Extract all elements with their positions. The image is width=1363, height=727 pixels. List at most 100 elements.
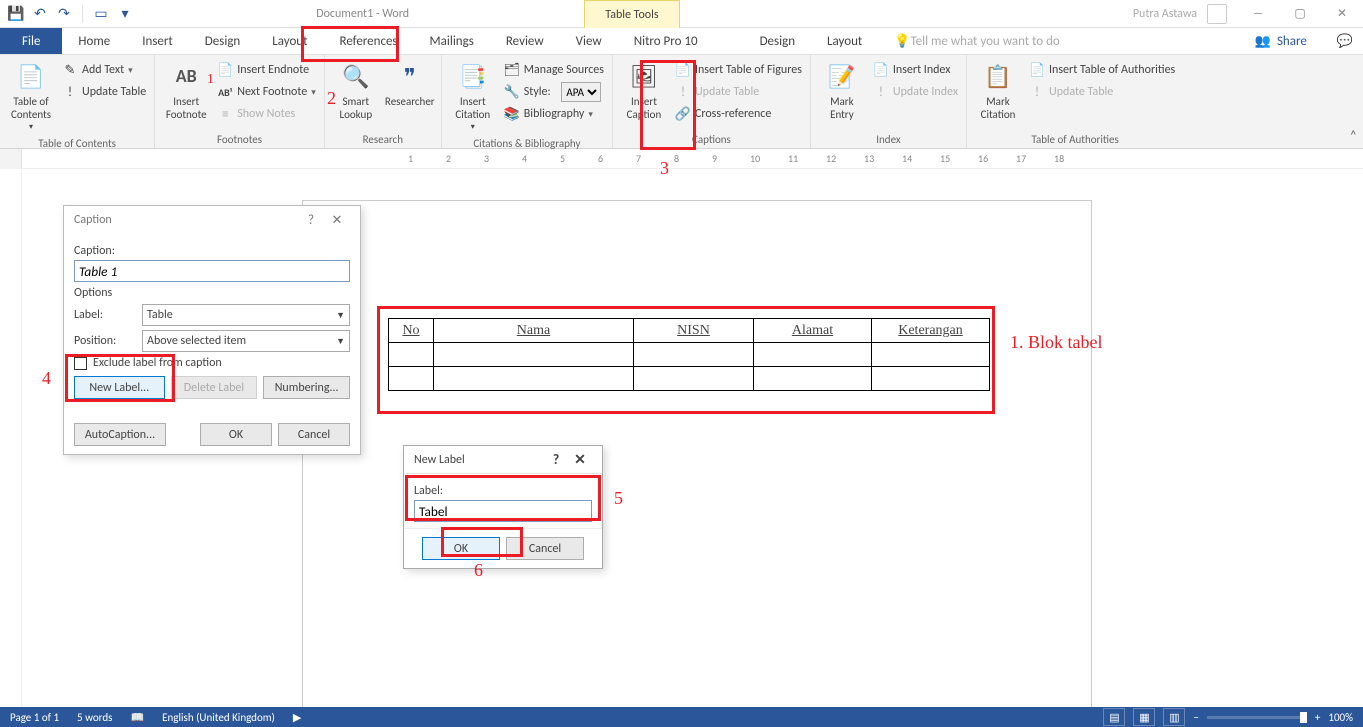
checkbox-icon (74, 357, 87, 370)
close-icon[interactable]: ✕ (568, 451, 592, 468)
collapse-ribbon-icon[interactable]: ˄ (1349, 127, 1357, 144)
document-table[interactable]: No Nama NISN Alamat Keterangan (388, 318, 990, 391)
close-icon[interactable]: ✕ (324, 213, 350, 228)
add-text-button[interactable]: ✎Add Text (60, 59, 148, 81)
insert-endnote-button[interactable]: 📄Insert Endnote (215, 59, 318, 81)
tab-view[interactable]: View (560, 28, 618, 54)
nl-ok-button[interactable]: OK (422, 537, 500, 560)
footnote-icon: AB (170, 61, 202, 93)
group-label-toa: Table of Authorities (973, 131, 1177, 148)
nl-cancel-button[interactable]: Cancel (506, 537, 584, 560)
new-label-button[interactable]: New Label... (74, 376, 165, 399)
th-no[interactable]: No (389, 319, 434, 343)
tab-insert[interactable]: Insert (126, 28, 189, 54)
insert-toa-button[interactable]: 📄Insert Table of Authorities (1027, 59, 1177, 81)
help-button[interactable]: ? (298, 213, 324, 228)
annotation-1: 1. Blok tabel (1010, 332, 1103, 353)
minimize-button[interactable]: ― (1237, 0, 1279, 28)
qat-more-icon[interactable]: ▾ (115, 4, 135, 24)
help-button[interactable]: ? (544, 451, 568, 468)
citation-style[interactable]: 🔧Style: APA (502, 81, 606, 103)
insert-index-button[interactable]: 📄Insert Index (871, 59, 960, 81)
ok-button[interactable]: OK (200, 423, 272, 446)
zoom-slider[interactable] (1207, 716, 1307, 719)
comments-button[interactable]: 💬 (1327, 28, 1363, 54)
view-web-icon[interactable]: ▥ (1163, 708, 1185, 726)
position-label: Position: (74, 334, 134, 348)
maximize-button[interactable]: ▢ (1279, 0, 1321, 28)
th-alamat[interactable]: Alamat (754, 319, 872, 343)
horizontal-ruler[interactable]: 123456789101112131415161718 (0, 149, 1363, 169)
next-footnote-button[interactable]: AB¹Next Footnote (215, 81, 318, 103)
position-select[interactable]: Above selected item▼ (142, 330, 350, 352)
status-macro-icon[interactable]: ▶ (293, 711, 301, 724)
table-row[interactable] (389, 343, 990, 367)
table-row[interactable] (389, 367, 990, 391)
tab-layout[interactable]: Layout (256, 28, 323, 54)
view-read-icon[interactable]: ▤ (1103, 708, 1125, 726)
tab-nitro[interactable]: Nitro Pro 10 (618, 28, 714, 54)
view-print-icon[interactable]: ▦ (1133, 708, 1155, 726)
tab-references[interactable]: References (324, 28, 414, 54)
status-proofing-icon[interactable]: 📖 (130, 711, 144, 724)
smart-lookup-button[interactable]: 🔍 Smart Lookup (331, 59, 381, 123)
th-nama[interactable]: Nama (434, 319, 634, 343)
autocaption-button[interactable]: AutoCaption... (74, 423, 166, 446)
status-language[interactable]: English (United Kingdom) (162, 711, 275, 724)
caption-input[interactable] (74, 260, 350, 282)
toa-icon: 📄 (1029, 62, 1045, 78)
caption-dialog-title: Caption (74, 213, 298, 227)
tab-table-layout[interactable]: Layout (811, 28, 878, 54)
save-icon[interactable]: 💾 (6, 4, 26, 24)
label-select[interactable]: Table▼ (142, 304, 350, 326)
touch-mode-icon[interactable]: ▭ (91, 4, 111, 24)
group-label-captions: Captions (619, 131, 804, 148)
update-toc-button[interactable]: !Update Table (60, 81, 148, 103)
zoom-level[interactable]: 100% (1328, 711, 1353, 724)
annotation-6: 6 (474, 560, 483, 581)
table-header-row[interactable]: No Nama NISN Alamat Keterangan (389, 319, 990, 343)
tab-design[interactable]: Design (189, 28, 256, 54)
close-button[interactable]: ✕ (1321, 0, 1363, 28)
user-avatar-icon[interactable] (1207, 4, 1227, 24)
status-words[interactable]: 5 words (77, 711, 112, 724)
status-page[interactable]: Page 1 of 1 (10, 711, 59, 724)
tab-home[interactable]: Home (62, 28, 126, 54)
mark-citation-button[interactable]: 📋 Mark Citation (973, 59, 1023, 123)
mark-entry-icon: 📝 (826, 61, 858, 93)
insert-citation-button[interactable]: 📑 Insert Citation▾ (448, 59, 498, 135)
toc-button[interactable]: 📄 Table of Contents▾ (6, 59, 56, 135)
tab-review[interactable]: Review (490, 28, 560, 54)
next-footnote-icon: AB¹ (217, 84, 233, 100)
redo-icon[interactable]: ↷ (54, 4, 74, 24)
annotation-ab1: 1 (207, 72, 214, 88)
zoom-in-button[interactable]: + (1315, 711, 1320, 724)
tell-me[interactable]: 💡 Tell me what you want to do (878, 28, 1076, 54)
researcher-button[interactable]: ❞ Researcher (385, 59, 435, 110)
share-button[interactable]: 👥Share (1235, 28, 1327, 54)
new-label-titlebar[interactable]: New Label ? ✕ (404, 446, 602, 474)
insert-caption-button[interactable]: 🖼 Insert Caption (619, 59, 669, 123)
th-nisn[interactable]: NISN (634, 319, 754, 343)
tab-mailings[interactable]: Mailings (414, 28, 490, 54)
user-name[interactable]: Putra Astawa (1133, 7, 1197, 21)
undo-icon[interactable]: ↶ (30, 4, 50, 24)
bibliography-button[interactable]: 📚Bibliography (502, 103, 606, 125)
exclude-checkbox[interactable]: Exclude label from caption (74, 356, 350, 370)
insert-footnote-button[interactable]: AB Insert Footnote (161, 59, 211, 123)
new-label-input[interactable] (414, 500, 592, 522)
manage-sources-button[interactable]: 🗂Manage Sources (502, 59, 606, 81)
numbering-button[interactable]: Numbering... (263, 376, 350, 399)
cancel-button[interactable]: Cancel (278, 423, 350, 446)
quick-access-toolbar: 💾 ↶ ↷ ▭ ▾ (0, 4, 141, 24)
zoom-out-button[interactable]: − (1193, 711, 1198, 724)
tab-file[interactable]: File (0, 28, 62, 54)
caption-dialog-titlebar[interactable]: Caption ? ✕ (64, 206, 360, 234)
tab-table-design[interactable]: Design (744, 28, 811, 54)
insert-tof-button[interactable]: 📄Insert Table of Figures (673, 59, 804, 81)
vertical-ruler[interactable] (0, 170, 22, 707)
mark-entry-button[interactable]: 📝 Mark Entry (817, 59, 867, 123)
style-select[interactable]: APA (561, 82, 601, 102)
cross-reference-button[interactable]: 🔗Cross-reference (673, 103, 804, 125)
th-keterangan[interactable]: Keterangan (872, 319, 990, 343)
